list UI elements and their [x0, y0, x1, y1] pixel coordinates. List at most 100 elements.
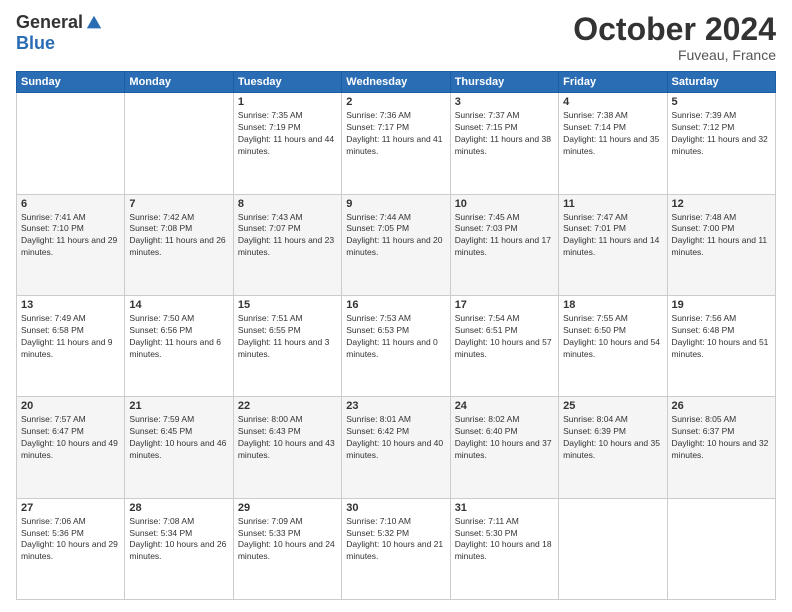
calendar-cell: 17 Sunrise: 7:54 AMSunset: 6:51 PMDayligh…	[450, 295, 558, 396]
day-info: Sunrise: 7:37 AMSunset: 7:15 PMDaylight:…	[455, 110, 554, 158]
calendar-cell: 23 Sunrise: 8:01 AMSunset: 6:42 PMDayligh…	[342, 397, 450, 498]
day-info: Sunrise: 7:08 AMSunset: 5:34 PMDaylight:…	[129, 516, 228, 564]
day-info: Sunrise: 7:45 AMSunset: 7:03 PMDaylight:…	[455, 212, 554, 260]
calendar-cell: 28 Sunrise: 7:08 AMSunset: 5:34 PMDayligh…	[125, 498, 233, 599]
day-of-week-header: Tuesday	[233, 72, 341, 93]
day-number: 26	[672, 400, 771, 412]
day-info: Sunrise: 7:44 AMSunset: 7:05 PMDaylight:…	[346, 212, 445, 260]
logo: General Blue	[16, 12, 103, 54]
calendar-cell: 20 Sunrise: 7:57 AMSunset: 6:47 PMDayligh…	[17, 397, 125, 498]
day-info: Sunrise: 7:51 AMSunset: 6:55 PMDaylight:…	[238, 313, 337, 361]
day-info: Sunrise: 7:53 AMSunset: 6:53 PMDaylight:…	[346, 313, 445, 361]
day-number: 20	[21, 400, 120, 412]
day-info: Sunrise: 7:10 AMSunset: 5:32 PMDaylight:…	[346, 516, 445, 564]
day-info: Sunrise: 8:05 AMSunset: 6:37 PMDaylight:…	[672, 414, 771, 462]
calendar-cell	[559, 498, 667, 599]
day-info: Sunrise: 7:48 AMSunset: 7:00 PMDaylight:…	[672, 212, 771, 260]
calendar-cell	[17, 93, 125, 194]
calendar-week-row: 13 Sunrise: 7:49 AMSunset: 6:58 PMDayligh…	[17, 295, 776, 396]
title-area: October 2024 Fuveau, France	[573, 12, 776, 63]
calendar-cell: 10 Sunrise: 7:45 AMSunset: 7:03 PMDayligh…	[450, 194, 558, 295]
month-title: October 2024	[573, 12, 776, 47]
calendar-cell: 3Sunrise: 7:37 AMSunset: 7:15 PMDaylight…	[450, 93, 558, 194]
calendar-cell	[667, 498, 775, 599]
day-of-week-header: Friday	[559, 72, 667, 93]
calendar-cell: 19 Sunrise: 7:56 AMSunset: 6:48 PMDayligh…	[667, 295, 775, 396]
day-info: Sunrise: 7:55 AMSunset: 6:50 PMDaylight:…	[563, 313, 662, 361]
day-number: 4	[563, 96, 662, 108]
day-info: Sunrise: 8:00 AMSunset: 6:43 PMDaylight:…	[238, 414, 337, 462]
calendar-cell: 31 Sunrise: 7:11 AMSunset: 5:30 PMDayligh…	[450, 498, 558, 599]
header: General Blue October 2024 Fuveau, France	[16, 12, 776, 63]
day-number: 14	[129, 299, 228, 311]
calendar-week-row: 6 Sunrise: 7:41 AMSunset: 7:10 PMDaylight…	[17, 194, 776, 295]
day-info: Sunrise: 7:47 AMSunset: 7:01 PMDaylight:…	[563, 212, 662, 260]
calendar-cell: 16 Sunrise: 7:53 AMSunset: 6:53 PMDayligh…	[342, 295, 450, 396]
day-number: 22	[238, 400, 337, 412]
day-number: 1	[238, 96, 337, 108]
day-number: 17	[455, 299, 554, 311]
location: Fuveau, France	[573, 47, 776, 63]
day-number: 31	[455, 502, 554, 514]
day-info: Sunrise: 7:39 AMSunset: 7:12 PMDaylight:…	[672, 110, 771, 158]
day-info: Sunrise: 8:04 AMSunset: 6:39 PMDaylight:…	[563, 414, 662, 462]
calendar-cell: 9Sunrise: 7:44 AMSunset: 7:05 PMDaylight…	[342, 194, 450, 295]
day-number: 29	[238, 502, 337, 514]
logo-general-text: General	[16, 12, 83, 33]
day-number: 2	[346, 96, 445, 108]
day-info: Sunrise: 7:35 AMSunset: 7:19 PMDaylight:…	[238, 110, 337, 158]
calendar-cell: 1 Sunrise: 7:35 AMSunset: 7:19 PMDaylight…	[233, 93, 341, 194]
calendar-cell	[125, 93, 233, 194]
calendar-header-row: SundayMondayTuesdayWednesdayThursdayFrid…	[17, 72, 776, 93]
day-number: 21	[129, 400, 228, 412]
day-number: 25	[563, 400, 662, 412]
calendar-cell: 11Sunrise: 7:47 AMSunset: 7:01 PMDayligh…	[559, 194, 667, 295]
day-number: 30	[346, 502, 445, 514]
calendar-cell: 21Sunrise: 7:59 AMSunset: 6:45 PMDayligh…	[125, 397, 233, 498]
logo-blue-text: Blue	[16, 33, 55, 54]
calendar-cell: 5 Sunrise: 7:39 AMSunset: 7:12 PMDaylight…	[667, 93, 775, 194]
calendar-cell: 13 Sunrise: 7:49 AMSunset: 6:58 PMDayligh…	[17, 295, 125, 396]
day-number: 18	[563, 299, 662, 311]
calendar-cell: 4 Sunrise: 7:38 AMSunset: 7:14 PMDaylight…	[559, 93, 667, 194]
calendar-week-row: 1 Sunrise: 7:35 AMSunset: 7:19 PMDaylight…	[17, 93, 776, 194]
day-info: Sunrise: 7:56 AMSunset: 6:48 PMDaylight:…	[672, 313, 771, 361]
day-info: Sunrise: 7:41 AMSunset: 7:10 PMDaylight:…	[21, 212, 120, 260]
day-number: 5	[672, 96, 771, 108]
day-info: Sunrise: 7:38 AMSunset: 7:14 PMDaylight:…	[563, 110, 662, 158]
day-info: Sunrise: 7:57 AMSunset: 6:47 PMDaylight:…	[21, 414, 120, 462]
day-of-week-header: Saturday	[667, 72, 775, 93]
day-number: 23	[346, 400, 445, 412]
day-number: 8	[238, 198, 337, 210]
day-number: 27	[21, 502, 120, 514]
day-info: Sunrise: 7:11 AMSunset: 5:30 PMDaylight:…	[455, 516, 554, 564]
day-number: 28	[129, 502, 228, 514]
calendar-cell: 15Sunrise: 7:51 AMSunset: 6:55 PMDayligh…	[233, 295, 341, 396]
day-number: 24	[455, 400, 554, 412]
calendar-cell: 12 Sunrise: 7:48 AMSunset: 7:00 PMDayligh…	[667, 194, 775, 295]
logo-icon	[85, 14, 103, 32]
day-info: Sunrise: 7:49 AMSunset: 6:58 PMDaylight:…	[21, 313, 120, 361]
calendar-cell: 7Sunrise: 7:42 AMSunset: 7:08 PMDaylight…	[125, 194, 233, 295]
calendar-cell: 24Sunrise: 8:02 AMSunset: 6:40 PMDayligh…	[450, 397, 558, 498]
calendar-cell: 25 Sunrise: 8:04 AMSunset: 6:39 PMDayligh…	[559, 397, 667, 498]
day-info: Sunrise: 7:06 AMSunset: 5:36 PMDaylight:…	[21, 516, 120, 564]
page: General Blue October 2024 Fuveau, France…	[0, 0, 792, 612]
calendar-cell: 8Sunrise: 7:43 AMSunset: 7:07 PMDaylight…	[233, 194, 341, 295]
day-number: 12	[672, 198, 771, 210]
calendar-cell: 27 Sunrise: 7:06 AMSunset: 5:36 PMDayligh…	[17, 498, 125, 599]
day-info: Sunrise: 7:54 AMSunset: 6:51 PMDaylight:…	[455, 313, 554, 361]
calendar-cell: 14Sunrise: 7:50 AMSunset: 6:56 PMDayligh…	[125, 295, 233, 396]
day-number: 16	[346, 299, 445, 311]
day-of-week-header: Monday	[125, 72, 233, 93]
day-number: 19	[672, 299, 771, 311]
day-info: Sunrise: 8:01 AMSunset: 6:42 PMDaylight:…	[346, 414, 445, 462]
calendar-cell: 30 Sunrise: 7:10 AMSunset: 5:32 PMDayligh…	[342, 498, 450, 599]
calendar-week-row: 27 Sunrise: 7:06 AMSunset: 5:36 PMDayligh…	[17, 498, 776, 599]
calendar-cell: 6 Sunrise: 7:41 AMSunset: 7:10 PMDaylight…	[17, 194, 125, 295]
day-number: 13	[21, 299, 120, 311]
calendar-cell: 18 Sunrise: 7:55 AMSunset: 6:50 PMDayligh…	[559, 295, 667, 396]
day-number: 10	[455, 198, 554, 210]
calendar-cell: 2Sunrise: 7:36 AMSunset: 7:17 PMDaylight…	[342, 93, 450, 194]
day-number: 6	[21, 198, 120, 210]
